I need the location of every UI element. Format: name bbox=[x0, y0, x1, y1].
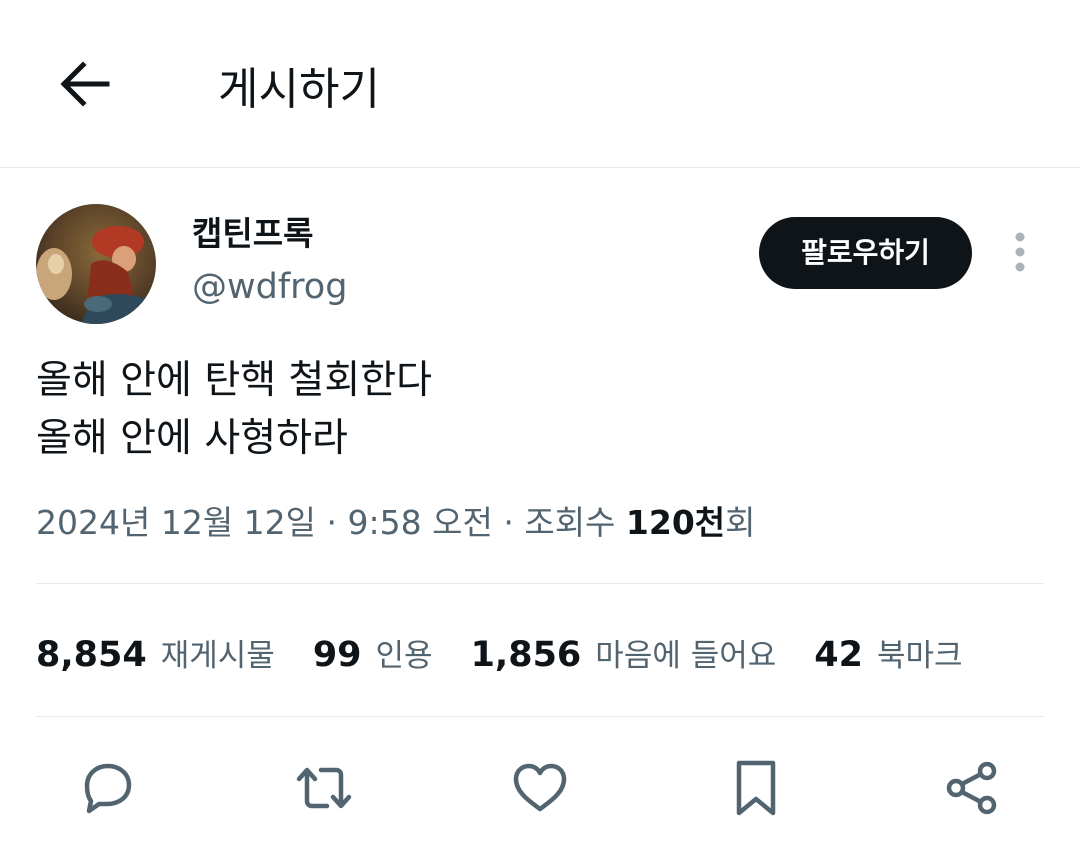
views-suffix: 회 bbox=[725, 503, 756, 542]
meta-separator: · bbox=[492, 503, 525, 542]
views-count: 120천 bbox=[625, 503, 726, 542]
post-page: 게시하기 캡틴프록 @wdfrog 팔로우하기 올해 안에 탄핵 철회한다 올해… bbox=[0, 0, 1080, 854]
top-bar: 게시하기 bbox=[0, 0, 1080, 168]
reply-button[interactable] bbox=[76, 758, 140, 822]
meta-separator: · bbox=[316, 503, 348, 542]
follow-button[interactable]: 팔로우하기 bbox=[759, 217, 972, 289]
stat-label: 마음에 들어요 bbox=[595, 638, 777, 674]
stat-count: 1,856 bbox=[470, 635, 582, 675]
post-text: 올해 안에 탄핵 철회한다 올해 안에 사형하라 bbox=[36, 352, 1036, 468]
divider bbox=[36, 716, 1044, 717]
display-name[interactable]: 캡틴프록 bbox=[192, 212, 313, 256]
stat-label: 인용 bbox=[375, 638, 433, 674]
user-handle[interactable]: @wdfrog bbox=[192, 264, 347, 310]
more-vertical-icon bbox=[1014, 232, 1026, 276]
back-button[interactable] bbox=[52, 56, 116, 116]
bookmarks-stat[interactable]: 42 북마크 bbox=[814, 630, 962, 675]
like-button[interactable] bbox=[508, 758, 572, 822]
page-title: 게시하기 bbox=[218, 64, 380, 115]
stat-count: 99 bbox=[312, 635, 362, 675]
share-icon bbox=[941, 757, 1003, 823]
share-button[interactable] bbox=[940, 758, 1004, 822]
arrow-left-icon bbox=[57, 60, 111, 112]
divider bbox=[36, 583, 1044, 584]
repost-button[interactable] bbox=[292, 758, 356, 822]
stat-count: 8,854 bbox=[36, 635, 147, 675]
post-date[interactable]: 2024년 12월 12일 bbox=[36, 503, 316, 542]
reply-icon bbox=[77, 757, 139, 823]
stat-label: 재게시물 bbox=[160, 638, 275, 674]
repost-icon bbox=[293, 757, 355, 823]
like-icon bbox=[509, 757, 571, 823]
reposts-stat[interactable]: 8,854 재게시물 bbox=[36, 630, 275, 675]
engagement-stats: 8,854 재게시물 99 인용 1,856 마음에 들어요 42 북마크 bbox=[36, 630, 1001, 678]
post-time[interactable]: 9:58 오전 bbox=[348, 503, 493, 542]
likes-stat[interactable]: 1,856 마음에 들어요 bbox=[471, 630, 777, 675]
stat-count: 42 bbox=[814, 635, 863, 675]
post-meta: 2024년 12월 12일 · 9:58 오전 · 조회수 120천회 bbox=[36, 500, 756, 546]
avatar[interactable] bbox=[36, 204, 156, 324]
more-options-button[interactable] bbox=[1004, 230, 1036, 278]
views-label: 조회수 bbox=[524, 503, 626, 542]
bookmark-button[interactable] bbox=[724, 758, 788, 822]
quotes-stat[interactable]: 99 인용 bbox=[313, 630, 433, 675]
bookmark-icon bbox=[725, 757, 787, 823]
post-text-line: 올해 안에 사형하라 bbox=[36, 416, 348, 461]
post-text-line: 올해 안에 탄핵 철회한다 bbox=[36, 358, 432, 403]
stat-label: 북마크 bbox=[877, 638, 963, 674]
